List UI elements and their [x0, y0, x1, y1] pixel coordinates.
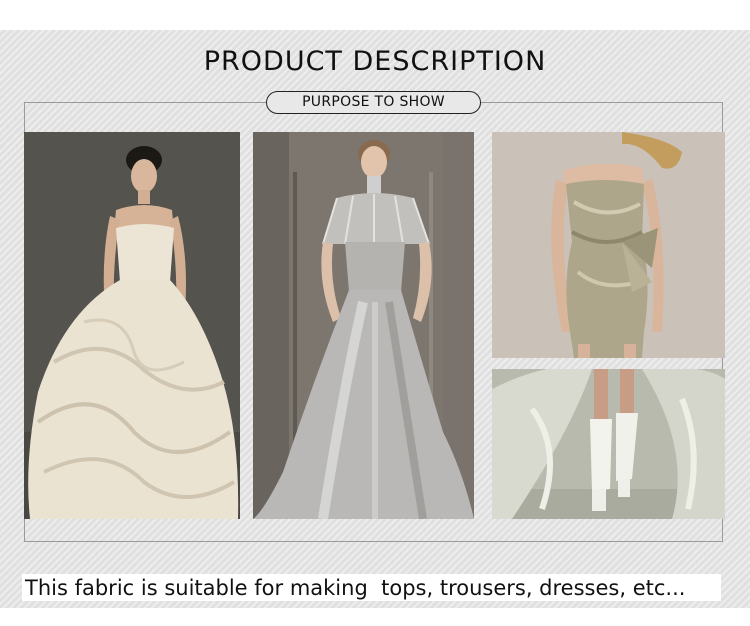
page-title: PRODUCT DESCRIPTION	[203, 46, 547, 77]
photo-ivory-ruffle-gown	[24, 132, 240, 519]
fabric-usage-caption: This fabric is suitable for making tops,…	[25, 576, 686, 600]
photo-runway-satin-skirt	[492, 369, 725, 519]
photo-silver-satin-gown	[253, 132, 474, 519]
photo-champagne-cocktail-dress	[492, 132, 725, 358]
section-label-pill: PURPOSE TO SHOW	[266, 91, 481, 114]
caption-box: This fabric is suitable for making tops,…	[22, 574, 721, 601]
